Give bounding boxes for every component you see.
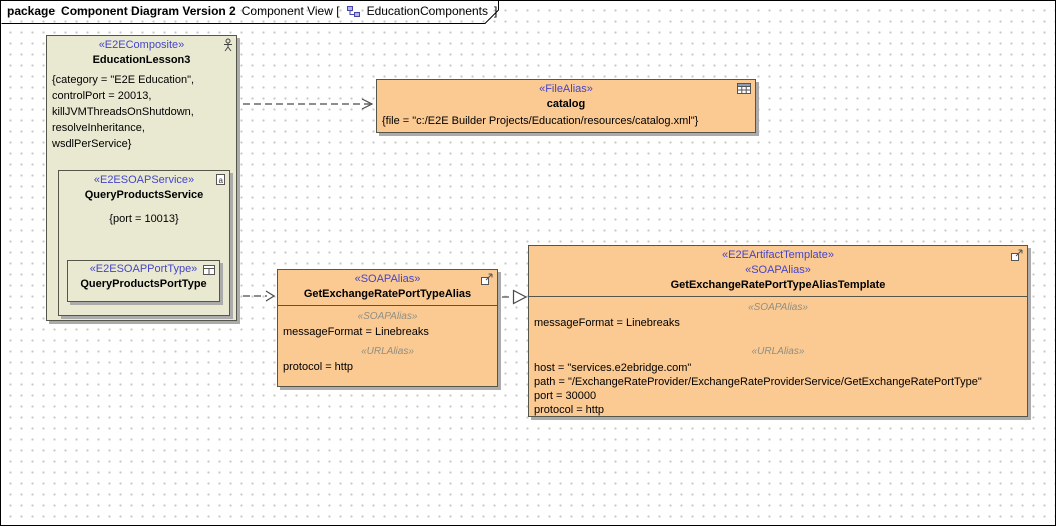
node-query-products-port-type[interactable]: «E2ESOAPPortType» QueryProductsPortType bbox=[67, 260, 220, 302]
node-title: QueryProductsPortType bbox=[68, 277, 219, 291]
stereotype-label: «E2EComposite» bbox=[47, 36, 236, 53]
stereotype-label: «E2EArtifactTemplate» bbox=[529, 246, 1027, 263]
stereotype-label: «SOAPAlias» bbox=[529, 263, 1027, 278]
property-line: resolveInheritance, bbox=[52, 120, 231, 136]
node-get-exchange-rate-port-type-alias-template[interactable]: «E2EArtifactTemplate» «SOAPAlias» GetExc… bbox=[528, 245, 1028, 417]
node-catalog[interactable]: «FileAlias» catalog {file = "c:/E2E Buil… bbox=[376, 79, 756, 133]
property-line: {file = "c:/E2E Builder Projects/Educati… bbox=[377, 114, 755, 128]
property-line: protocol = http bbox=[278, 360, 497, 374]
edge-lesson-to-catalog[interactable] bbox=[243, 99, 372, 109]
property-line: path = "/ExchangeRateProvider/ExchangeRa… bbox=[529, 375, 1027, 389]
node-title: GetExchangeRatePortTypeAlias bbox=[278, 287, 497, 301]
stereotype-label: «SOAPAlias» bbox=[278, 270, 497, 287]
hollow-triangle-arrowhead bbox=[514, 291, 527, 304]
node-query-products-service[interactable]: «E2ESOAPService» QueryProductsService a … bbox=[58, 170, 230, 316]
e2esoapporttype-icon bbox=[202, 263, 216, 281]
edge-alias-to-template[interactable] bbox=[502, 291, 526, 304]
node-education-lesson3[interactable]: «E2EComposite» EducationLesson3 {categor… bbox=[46, 35, 237, 321]
property-line: killJVMThreadsOnShutdown, bbox=[52, 104, 231, 120]
e2eartifacttemplate-icon bbox=[1010, 248, 1024, 267]
node-title: QueryProductsService bbox=[59, 188, 229, 202]
section-label-soapalias: «SOAPAlias» bbox=[529, 301, 1027, 314]
property-line: wsdlPerService} bbox=[52, 136, 231, 152]
svg-text:a: a bbox=[219, 176, 224, 185]
node-title: EducationLesson3 bbox=[47, 53, 236, 67]
stereotype-label: «FileAlias» bbox=[377, 80, 755, 97]
property-line: messageFormat = Linebreaks bbox=[529, 316, 1027, 330]
property-line: {category = "E2E Education", bbox=[52, 72, 231, 88]
e2esoapservice-icon: a bbox=[213, 173, 226, 192]
property-line: {port = 10013} bbox=[59, 212, 229, 226]
diagram-canvas[interactable]: package Component Diagram Version 2 Comp… bbox=[0, 0, 1056, 526]
edge-porttype-to-alias[interactable] bbox=[243, 291, 274, 301]
filealias-icon bbox=[736, 82, 752, 100]
node-get-exchange-rate-port-type-alias[interactable]: «SOAPAlias» GetExchangeRatePortTypeAlias… bbox=[277, 269, 498, 387]
property-line: host = "services.e2ebridge.com" bbox=[529, 361, 1027, 375]
property-line: protocol = http bbox=[529, 403, 1027, 417]
section-label-urlalias: «URLAlias» bbox=[278, 345, 497, 358]
stereotype-label: «E2ESOAPPortType» bbox=[68, 261, 219, 277]
property-line: messageFormat = Linebreaks bbox=[278, 325, 497, 339]
property-line: port = 30000 bbox=[529, 389, 1027, 403]
e2ecomposite-icon bbox=[219, 38, 233, 58]
soapalias-icon bbox=[480, 272, 494, 291]
open-arrowhead bbox=[266, 291, 274, 301]
section-label-soapalias: «SOAPAlias» bbox=[278, 310, 497, 323]
property-line: controlPort = 20013, bbox=[52, 88, 231, 104]
node-title: GetExchangeRatePortTypeAliasTemplate bbox=[529, 278, 1027, 292]
stereotype-label: «E2ESOAPService» bbox=[59, 171, 229, 188]
node-title: catalog bbox=[377, 97, 755, 111]
section-label-urlalias: «URLAlias» bbox=[529, 345, 1027, 358]
